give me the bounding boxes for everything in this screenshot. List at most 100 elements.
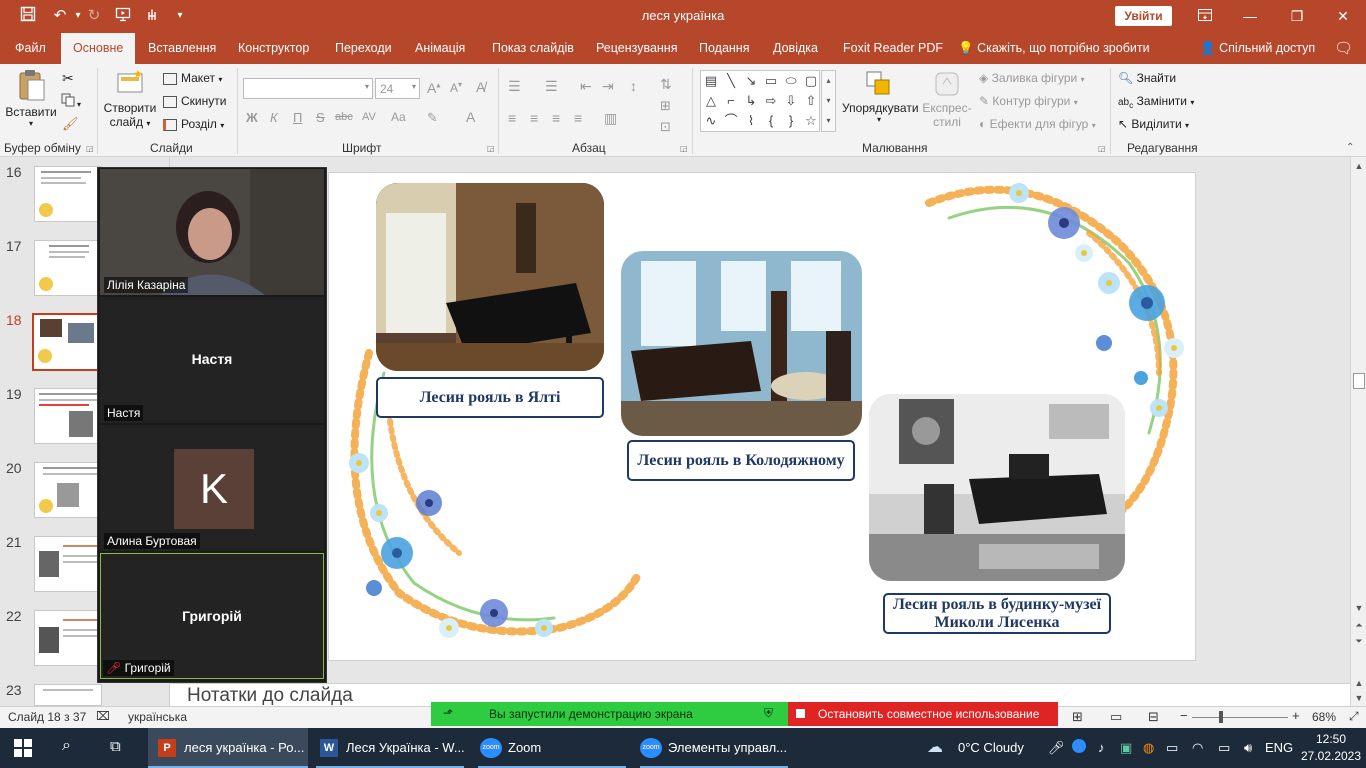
slide-thumbnail-21[interactable] — [34, 536, 102, 592]
participant-tile-alina[interactable]: K Алина Буртовая — [100, 425, 324, 551]
caption-lysenko[interactable]: Лесин рояль в будинку-музеї Миколи Лисен… — [883, 593, 1111, 634]
minimize-icon[interactable]: — — [1235, 4, 1265, 28]
align-left-icon[interactable]: ≡ — [508, 110, 516, 126]
network-tray-icon[interactable]: ◍ — [1143, 740, 1154, 756]
shape-fill-button[interactable]: ◈ Заливка фігури ▾ — [979, 71, 1085, 85]
volume-icon[interactable]: 🔊︎ — [1244, 740, 1252, 756]
task-view-icon[interactable]: ⧉ — [110, 738, 121, 755]
notes-scroll-up-icon[interactable]: ▲ — [1353, 677, 1365, 689]
shapes-more-button[interactable]: ▴ ▾ ▾ — [821, 70, 836, 132]
paste-button[interactable]: Вставити ▾ — [4, 68, 58, 136]
fit-to-window-icon[interactable]: ⤢ — [1349, 709, 1359, 724]
section-button[interactable]: Розділ ▾ — [163, 117, 224, 131]
line-spacing-icon[interactable]: ↕ — [630, 78, 637, 94]
slide-thumbnail-20[interactable] — [34, 462, 102, 518]
tab-insert[interactable]: Вставлення — [148, 33, 216, 64]
tell-me-box[interactable]: 💡 Скажіть, що потрібно зробити — [958, 33, 1150, 64]
screen-share-banner[interactable]: ⬏ Вы запустили демонстрацию экрана ⛨ — [431, 702, 788, 726]
clock-time[interactable]: 12:50 — [1306, 732, 1356, 746]
right-brace-icon[interactable]: } — [783, 113, 799, 129]
font-size-combo[interactable]: 24 ▾ — [375, 78, 420, 99]
replace-button[interactable]: abc Замінити ▾ — [1118, 94, 1194, 110]
tab-design[interactable]: Конструктор — [238, 33, 309, 64]
stop-share-button[interactable]: Остановить совместное использование — [788, 702, 1058, 726]
layout-button[interactable]: Макет ▾ — [163, 71, 222, 85]
triangle-shape-icon[interactable]: △ — [703, 93, 719, 109]
signin-button[interactable]: Увійти — [1115, 6, 1172, 26]
customize-toolbar-icon[interactable]: ▾ — [170, 6, 190, 26]
elbow-connector-icon[interactable]: ⌐ — [723, 93, 739, 109]
shadow-button[interactable]: abc — [335, 111, 353, 123]
caption-kolodyazhne[interactable]: Лесин рояль в Колодяжному — [627, 440, 855, 481]
tab-foxit[interactable]: Foxit Reader PDF — [843, 33, 943, 64]
bold-button[interactable]: Ж — [246, 110, 258, 125]
columns-icon[interactable]: ▥ — [604, 110, 617, 127]
oval-shape-icon[interactable]: ⬭ — [783, 73, 799, 89]
numbering-icon[interactable]: ☰ — [545, 78, 558, 95]
down-arrow-shape-icon[interactable]: ⇩ — [783, 93, 799, 109]
font-color-icon[interactable]: A — [466, 109, 475, 125]
format-painter-icon[interactable]: 🖌 — [62, 116, 79, 132]
battery-icon[interactable]: ▭ — [1166, 740, 1178, 756]
restore-icon[interactable]: ❐ — [1282, 4, 1312, 28]
freeform-shape-icon[interactable]: ⌇ — [743, 113, 759, 129]
curve-shape-icon[interactable]: ∿ — [703, 113, 719, 129]
smartart-icon[interactable]: ⊡ — [660, 119, 671, 135]
highlight-color-icon[interactable]: ✎ — [427, 110, 438, 126]
spellcheck-icon[interactable]: ⌧ — [96, 709, 110, 723]
change-case-button[interactable]: Aa — [391, 110, 406, 124]
elbow-arrow-icon[interactable]: ↳ — [743, 93, 759, 109]
slide-thumbnail-16[interactable] — [34, 166, 102, 222]
shape-effects-button[interactable]: ◐ Ефекти для фігур ▾ — [979, 117, 1096, 131]
vertical-scrollbar[interactable]: ▲ ▼ ⏶ ⏷ ▲ ▼ — [1350, 157, 1366, 708]
display-icon[interactable]: ▭ — [1218, 740, 1230, 756]
slide-canvas[interactable]: Лесин рояль в Ялті Лесин рояль в Колодяж… — [328, 172, 1196, 661]
tab-slideshow[interactable]: Показ слайдів — [492, 33, 574, 64]
up-arrow-shape-icon[interactable]: ⇧ — [803, 93, 819, 109]
grow-font-icon[interactable]: A▴ — [427, 80, 440, 96]
taskbar-app-word[interactable]: W Леся Українка - W... — [310, 728, 470, 768]
align-right-icon[interactable]: ≡ — [552, 110, 560, 126]
find-button[interactable]: 🔍︎ Знайти — [1118, 71, 1176, 85]
caption-yalta[interactable]: Лесин рояль в Ялті — [376, 377, 604, 418]
slide-thumbnail-18-selected[interactable] — [32, 313, 104, 371]
zoom-slider[interactable] — [1192, 717, 1288, 718]
star-shape-icon[interactable]: ☆ — [803, 113, 819, 129]
right-arrow-shape-icon[interactable]: ⇨ — [763, 93, 779, 109]
line-shape-icon[interactable]: ╲ — [723, 73, 739, 89]
taskbar-app-powerpoint[interactable]: P леся українка - Ро... — [148, 728, 308, 768]
participant-tile-nastia[interactable]: Настя Настя — [100, 297, 324, 423]
tab-view[interactable]: Подання — [699, 33, 749, 64]
slideshow-view-icon[interactable]: ⊟ — [1148, 709, 1159, 725]
save-icon[interactable] — [18, 6, 38, 26]
notes-scroll-down-icon[interactable]: ▼ — [1353, 692, 1365, 704]
slide-thumbnail-17[interactable] — [34, 240, 102, 296]
share-button[interactable]: 👤 Спільний доступ — [1200, 33, 1315, 64]
comments-icon[interactable]: 🗨 — [1334, 33, 1353, 64]
increase-indent-icon[interactable]: ⇥ — [602, 78, 614, 95]
tab-animations[interactable]: Анімація — [415, 33, 465, 64]
clock-date[interactable]: 27.02.2023 — [1298, 749, 1364, 763]
scroll-up-icon[interactable]: ▲ — [1353, 160, 1365, 172]
photo-lysenko-museum-piano[interactable] — [869, 394, 1125, 581]
zoom-level[interactable]: 68% — [1312, 710, 1336, 724]
slide-thumbnail-22[interactable] — [34, 610, 102, 666]
strikethrough-button[interactable]: S — [316, 110, 325, 125]
tab-home[interactable]: Основне — [61, 33, 136, 64]
drawing-launcher-icon[interactable]: ◲ — [1098, 144, 1106, 153]
left-brace-icon[interactable]: { — [763, 113, 779, 129]
reading-view-icon[interactable]: ▭ — [1110, 709, 1122, 725]
scroll-down-icon[interactable]: ▼ — [1353, 602, 1365, 614]
decrease-indent-icon[interactable]: ⇤ — [580, 78, 592, 95]
input-language[interactable]: ENG — [1265, 740, 1293, 755]
font-launcher-icon[interactable]: ◲ — [487, 144, 495, 153]
zoom-tray-icon[interactable] — [1072, 739, 1086, 753]
tab-help[interactable]: Довідка — [773, 33, 818, 64]
quick-styles-button[interactable]: Експрес- стилі — [920, 70, 974, 129]
undo-icon[interactable]: ↶ — [50, 6, 70, 26]
select-button[interactable]: ↖ Виділити ▾ — [1118, 117, 1189, 131]
textbox-shape-icon[interactable]: ▤ — [703, 73, 719, 89]
clear-format-icon[interactable]: A̸ — [476, 79, 485, 95]
previous-slide-icon[interactable]: ⏶ — [1353, 619, 1365, 631]
search-icon[interactable]: ⌕ — [62, 737, 71, 755]
